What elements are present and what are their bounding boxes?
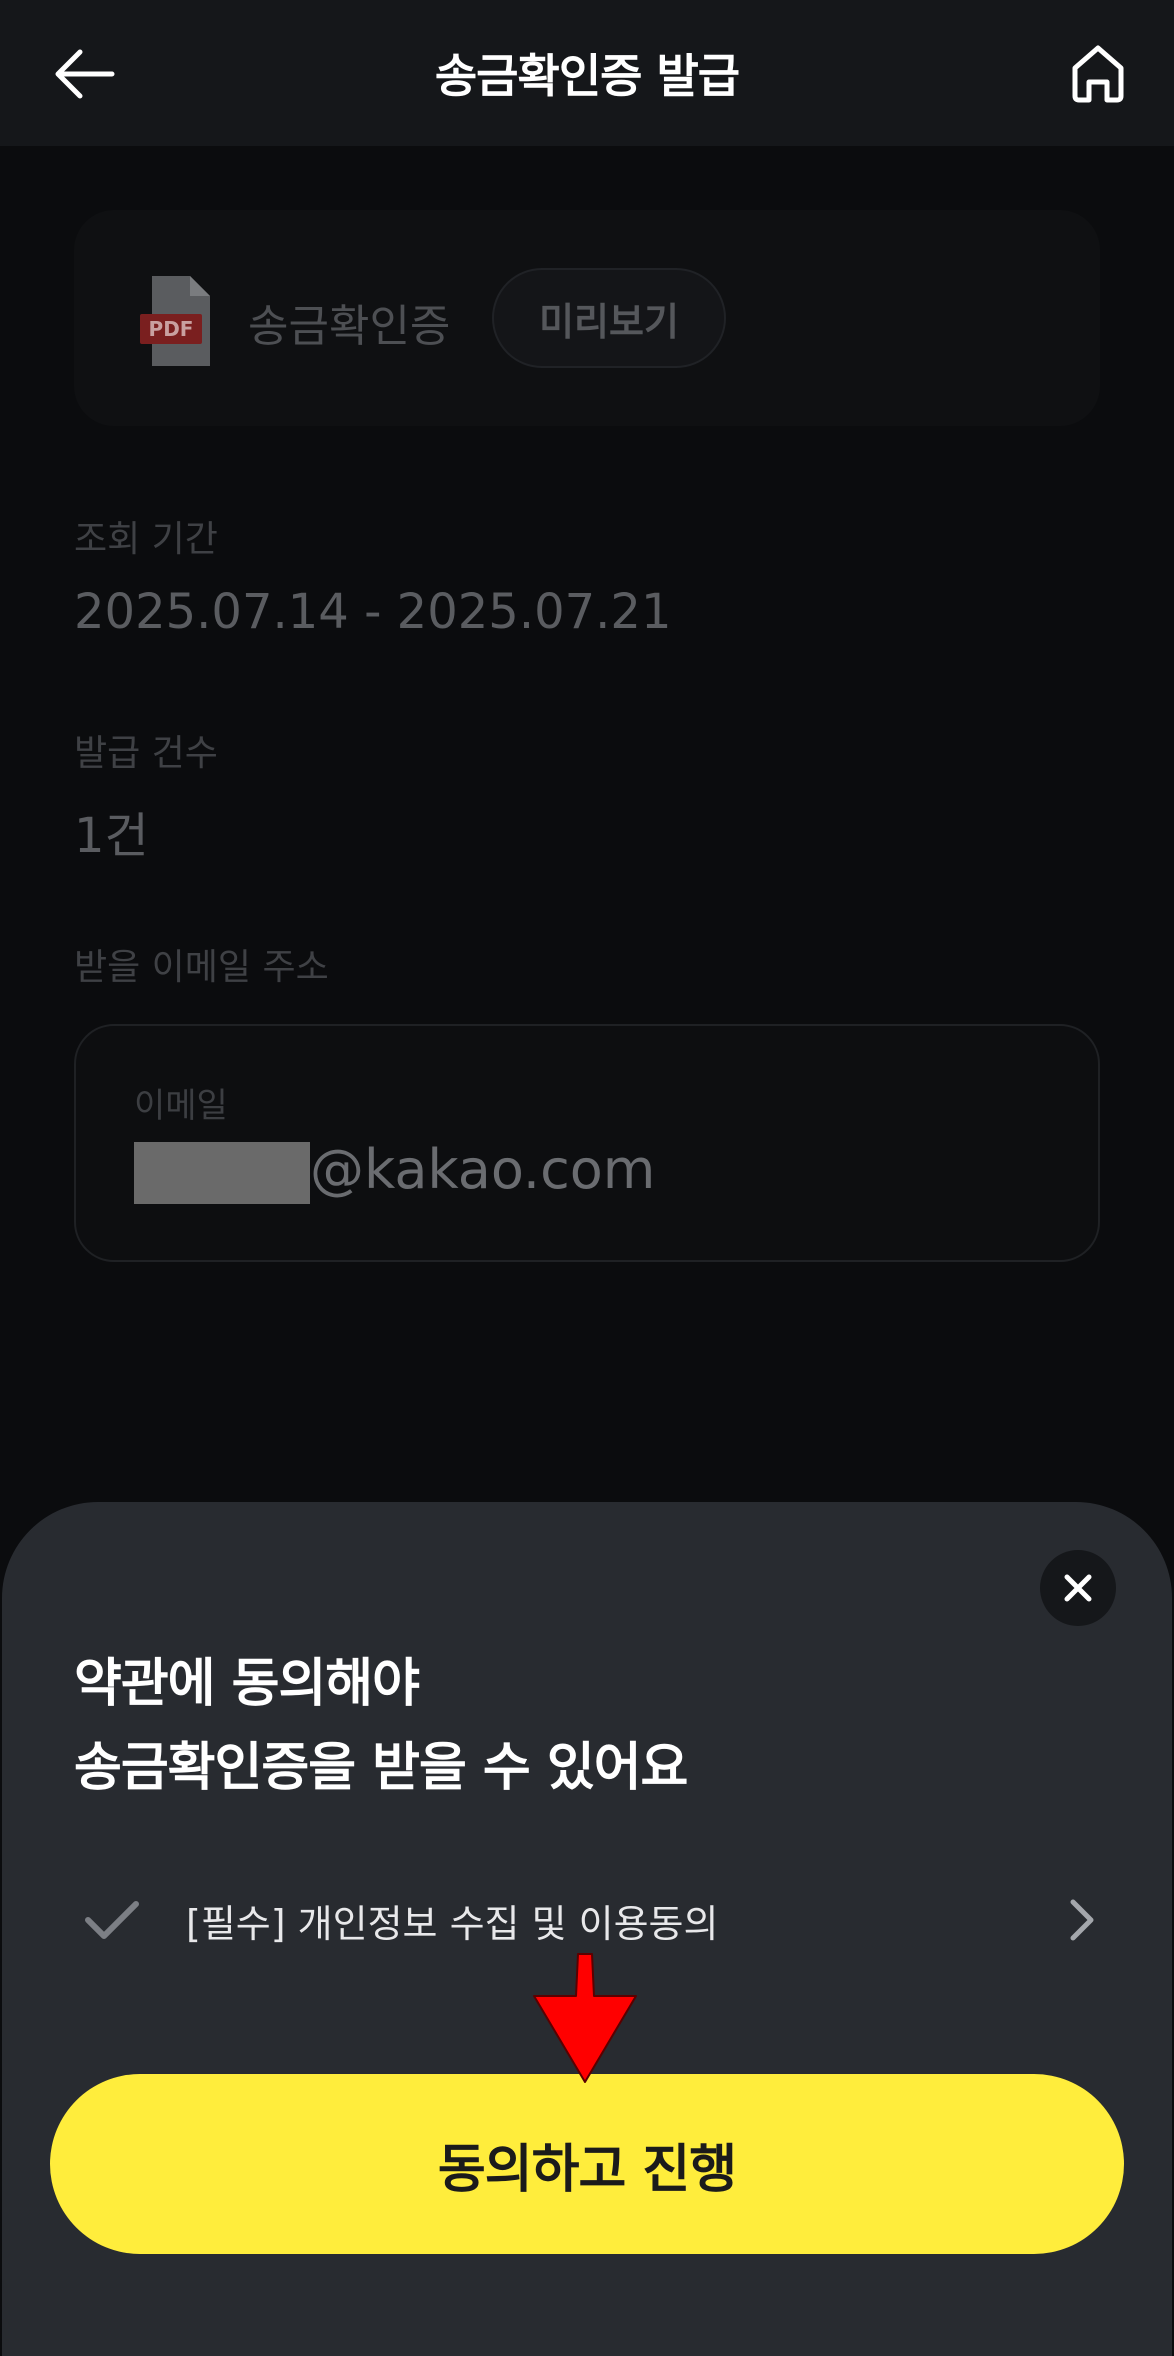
page-title: 송금확인증 발급 [434, 49, 740, 103]
email-section-label: 받을 이메일 주소 [74, 947, 329, 988]
email-field[interactable]: 이메일 @kakao.com [74, 1024, 1100, 1262]
count-value: 1건 [74, 808, 149, 864]
pdf-file-icon: PDF [140, 276, 220, 366]
document-card: PDF 송금확인증 미리보기 [74, 210, 1100, 426]
app-header: 송금확인증 발급 [0, 0, 1174, 146]
arrow-left-icon [55, 49, 115, 99]
preview-button[interactable]: 미리보기 [492, 268, 726, 368]
red-arrow-annotation-icon [533, 1953, 637, 2083]
period-value: 2025.07.14 - 2025.07.21 [74, 584, 672, 640]
document-name: 송금확인증 [248, 301, 451, 352]
home-icon [1072, 45, 1124, 103]
check-icon [85, 1901, 139, 1939]
email-domain: @kakao.com [310, 1138, 656, 1201]
agreement-text: [필수] 개인정보 수집 및 이용동의 [186, 1901, 719, 1946]
pdf-badge-text: PDF [149, 317, 194, 341]
count-label: 발급 건수 [74, 733, 218, 774]
masked-email-user [134, 1142, 310, 1204]
back-button[interactable] [48, 44, 120, 104]
email-field-label: 이메일 [134, 1086, 228, 1126]
sheet-title-line1: 약관에 동의해야 [74, 1654, 420, 1714]
close-icon [1064, 1574, 1092, 1602]
home-button[interactable] [1064, 40, 1132, 108]
period-label: 조회 기간 [74, 519, 218, 560]
terms-bottom-sheet: 약관에 동의해야 송금확인증을 받을 수 있어요 [필수] 개인정보 수집 및 … [2, 1502, 1172, 2356]
agreement-checkbox[interactable] [72, 1880, 152, 1960]
close-button[interactable] [1040, 1550, 1116, 1626]
sheet-title: 약관에 동의해야 송금확인증을 받을 수 있어요 [74, 1642, 688, 1810]
sheet-title-line2: 송금확인증을 받을 수 있어요 [74, 1738, 688, 1798]
agree-and-proceed-button[interactable]: 동의하고 진행 [50, 2074, 1124, 2254]
agreement-detail-button[interactable] [1052, 1890, 1112, 1950]
chevron-right-icon [1070, 1899, 1094, 1941]
